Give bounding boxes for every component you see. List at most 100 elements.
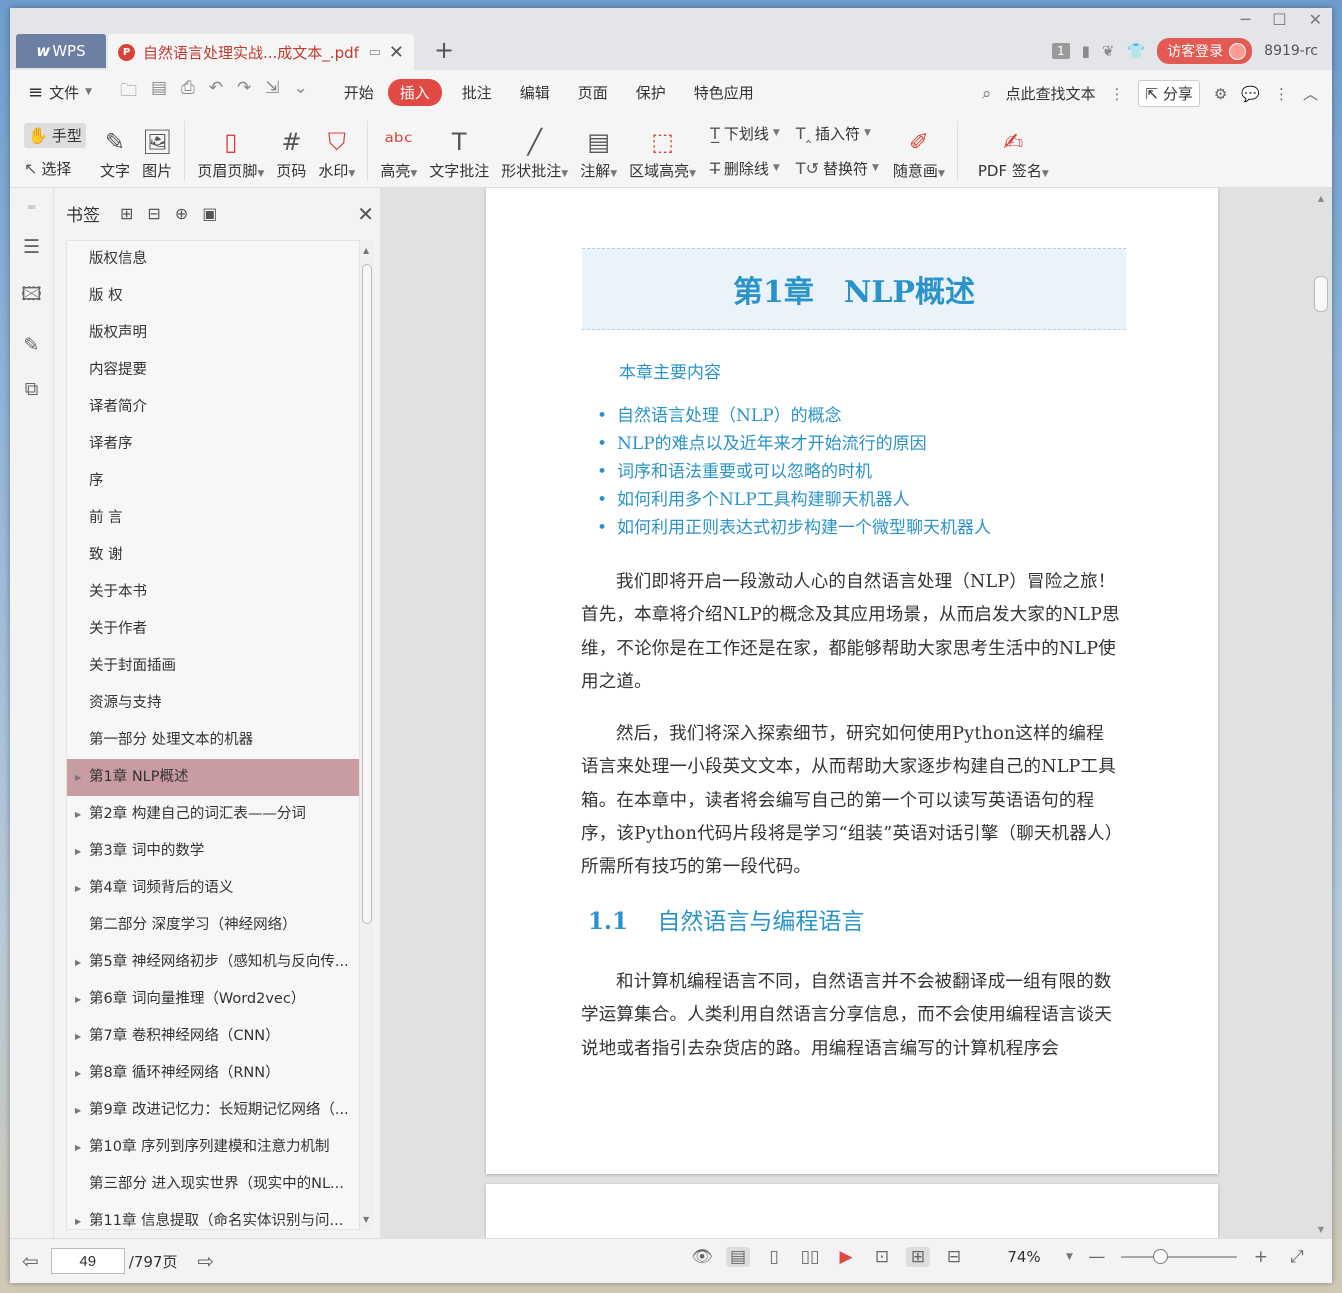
more-dropdown-icon[interactable]: ⌄	[293, 78, 307, 107]
annotation-list-icon[interactable]: ✎	[24, 334, 40, 356]
strikethrough-button[interactable]: T̶ 删除线 ▼	[710, 158, 780, 179]
header-footer-button[interactable]: ▯ 页眉页脚▼	[191, 121, 270, 181]
watermark-button[interactable]: ⛉ 水印▼	[312, 121, 361, 181]
continuous-view-icon[interactable]: ▤	[726, 1247, 750, 1267]
note-button[interactable]: ▤ 注解▼	[574, 121, 623, 181]
screen-icon[interactable]: ▭	[369, 45, 381, 60]
bookmark-item[interactable]: 第二部分 深度学习（神经网络）	[67, 907, 359, 944]
bookmark-item[interactable]: ▶ 第1章 NLP概述	[67, 759, 359, 796]
bookmark-item[interactable]: ▶ 第4章 词频背后的语义	[67, 870, 359, 907]
leaf-icon[interactable]: ❦	[1102, 42, 1115, 60]
bookmark-item[interactable]: ▶ 第10章 序列到序列建模和注意力机制	[67, 1129, 359, 1166]
expand-arrow-icon[interactable]: ▶	[75, 833, 81, 870]
save-icon[interactable]: ▤	[151, 78, 167, 107]
more-vertical-icon-2[interactable]: ⋮	[1274, 85, 1289, 103]
freehand-button[interactable]: ✐ 随意画▼	[887, 121, 951, 181]
bookmark-item[interactable]: 关于作者	[67, 611, 359, 648]
bookmark-item[interactable]: ▶ 第7章 卷积神经网络（CNN）	[67, 1018, 359, 1055]
gear-icon[interactable]: ⚙	[1214, 85, 1227, 103]
tab-edit[interactable]: 编辑	[520, 82, 550, 103]
text-button[interactable]: ✎ 文字	[94, 121, 136, 181]
insert-mark-button[interactable]: T‸ 插入符 ▼	[796, 123, 879, 144]
search-icon[interactable]: ⌕	[982, 84, 992, 104]
tab-document[interactable]: P 自然语言处理实战...成文本_.pdf ▭ ✕	[108, 34, 414, 70]
page-number-button[interactable]: # 页码	[270, 121, 312, 181]
window-count-badge[interactable]: 1	[1052, 43, 1070, 59]
tab-annotate[interactable]: 批注	[462, 82, 492, 103]
zoom-out-icon[interactable]: —	[1085, 1247, 1109, 1267]
add-bookmark-icon[interactable]: ⊕	[175, 204, 188, 223]
area-highlight-button[interactable]: ⬚ 区域高亮▼	[623, 121, 702, 181]
new-tab-button[interactable]: +	[434, 36, 454, 64]
bookmark-item[interactable]: ▶ 第3章 词中的数学	[67, 833, 359, 870]
bookmark-scrollbar[interactable]: ▲ ▼	[360, 240, 374, 1230]
zoom-slider-knob[interactable]	[1152, 1249, 1168, 1264]
maximize-icon[interactable]: ☐	[1272, 10, 1286, 29]
bookmark-item[interactable]: 版权声明	[67, 315, 359, 352]
bookmark-settings-icon[interactable]: ▣	[202, 204, 217, 223]
guest-login-button[interactable]: 访客登录	[1157, 38, 1253, 64]
bookmark-item[interactable]: ▶ 第6章 词向量推理（Word2vec）	[67, 981, 359, 1018]
single-page-icon[interactable]: ▯	[762, 1247, 786, 1267]
zoom-dropdown-icon[interactable]: ▼	[1066, 1252, 1073, 1262]
bookmark-item[interactable]: 关于封面插画	[67, 648, 359, 685]
text-annotation-button[interactable]: T 文字批注	[423, 121, 495, 181]
fit-page-icon[interactable]: ⊟	[942, 1247, 966, 1267]
prev-page-icon[interactable]: ⇦	[22, 1249, 39, 1273]
scroll-up-icon[interactable]: ▲	[363, 246, 369, 255]
bookmark-item[interactable]: 致 谢	[67, 537, 359, 574]
underline-button[interactable]: T̲ 下划线 ▼	[710, 123, 780, 144]
bookmark-item[interactable]: 版 权	[67, 278, 359, 315]
highlight-button[interactable]: ᵃᵇᶜ 高亮▼	[374, 121, 423, 181]
bookmark-list-icon[interactable]: ☰	[23, 236, 40, 258]
thumbnail-icon[interactable]: 🖾	[21, 280, 42, 312]
bookmark-item[interactable]: 序	[67, 463, 359, 500]
shape-annotation-button[interactable]: ╱ 形状批注▼	[495, 121, 574, 181]
drag-handle-icon[interactable]: ═	[28, 200, 35, 214]
bookmark-item[interactable]: ▶ 第11章 信息提取（命名实体识别与问...	[67, 1203, 359, 1229]
print-icon[interactable]: ⎙	[181, 78, 195, 107]
bookmark-item[interactable]: 第三部分 进入现实世界（现实中的NL...	[67, 1166, 359, 1203]
layout-icon[interactable]: ▮	[1082, 42, 1090, 60]
bookmark-item[interactable]: 版权信息	[67, 241, 359, 278]
zoom-level[interactable]: 74%	[994, 1248, 1054, 1266]
replace-mark-button[interactable]: T↺ 替换符 ▼	[796, 158, 879, 179]
tab-start[interactable]: 开始	[344, 82, 374, 103]
expand-arrow-icon[interactable]: ▶	[75, 796, 81, 833]
find-text-button[interactable]: 点此查找文本	[1005, 83, 1095, 104]
bookmark-item[interactable]: ▶ 第9章 改进记忆力：长短期记忆网络（...	[67, 1092, 359, 1129]
doc-scroll-down-icon[interactable]: ▼	[1318, 1225, 1324, 1234]
expand-arrow-icon[interactable]: ▶	[75, 1092, 81, 1129]
expand-all-icon[interactable]: ⊞	[120, 204, 133, 223]
chat-icon[interactable]: 💬	[1241, 85, 1260, 103]
bookmark-item[interactable]: ▶ 第8章 循环神经网络（RNN）	[67, 1055, 359, 1092]
close-tab-icon[interactable]: ✕	[389, 42, 404, 63]
attachment-icon[interactable]: ⧉	[25, 378, 39, 400]
bookmark-item[interactable]: 译者简介	[67, 389, 359, 426]
bookmark-item[interactable]: 第一部分 处理文本的机器	[67, 722, 359, 759]
zoom-slider[interactable]	[1120, 1249, 1237, 1264]
export-icon[interactable]: ⇲	[265, 78, 279, 107]
collapse-all-icon[interactable]: ⊟	[147, 204, 160, 223]
double-page-icon[interactable]: ▯▯	[798, 1247, 822, 1267]
bookmark-item[interactable]: 资源与支持	[67, 685, 359, 722]
tab-special[interactable]: 特色应用	[694, 82, 754, 103]
document-scroll-thumb[interactable]	[1314, 276, 1328, 312]
bookmark-item[interactable]: 关于本书	[67, 574, 359, 611]
expand-arrow-icon[interactable]: ▶	[75, 1018, 81, 1055]
tab-page[interactable]: 页面	[578, 82, 608, 103]
expand-arrow-icon[interactable]: ▶	[75, 944, 81, 981]
redo-icon[interactable]: ↷	[237, 78, 251, 107]
minimize-icon[interactable]: ─	[1241, 10, 1251, 29]
tab-protect[interactable]: 保护	[636, 82, 666, 103]
file-menu[interactable]: ≡ 文件 ▼	[28, 82, 92, 103]
close-panel-icon[interactable]: ✕	[357, 202, 374, 226]
bookmark-item[interactable]: 译者序	[67, 426, 359, 463]
more-vertical-icon[interactable]: ⋮	[1109, 85, 1124, 103]
bookmark-scroll-thumb[interactable]	[362, 264, 372, 924]
bookmark-item[interactable]: ▶ 第2章 构建自己的词汇表——分词	[67, 796, 359, 833]
zoom-in-icon[interactable]: +	[1249, 1247, 1273, 1267]
fit-width-icon[interactable]: ⊞	[906, 1247, 930, 1267]
bookmark-item[interactable]: 前 言	[67, 500, 359, 537]
bookmark-item[interactable]: ▶ 第5章 神经网络初步（感知机与反向传...	[67, 944, 359, 981]
